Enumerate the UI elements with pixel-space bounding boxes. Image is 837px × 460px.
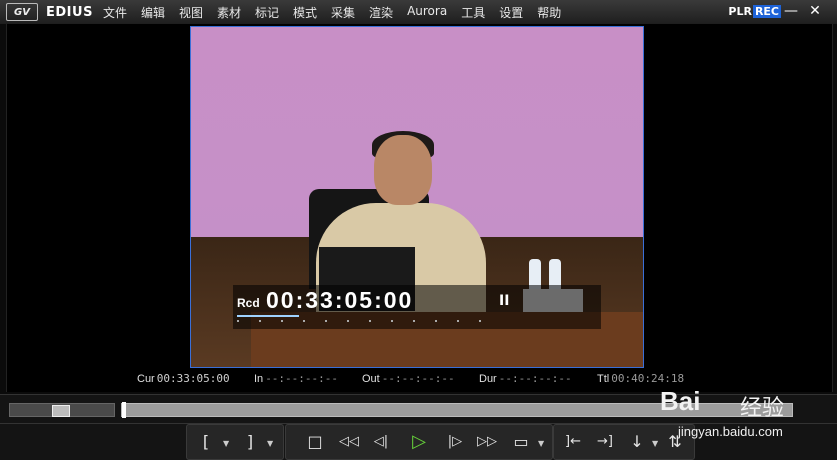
cur-label: Cur xyxy=(137,373,155,385)
cur-timecode: Cur 00:33:05:00 xyxy=(137,372,230,385)
menu-view[interactable]: 视图 xyxy=(179,4,203,21)
baidu-logo: Bai xyxy=(660,386,701,416)
insert-button[interactable]: ]← xyxy=(562,431,584,453)
baidu-jingyan-text: 经验 xyxy=(740,396,785,421)
shuttle-knob[interactable] xyxy=(52,405,70,417)
replace-button[interactable]: ↓ xyxy=(626,431,648,453)
out-label: Out xyxy=(362,373,380,385)
playhead[interactable] xyxy=(122,402,126,418)
step-forward-button[interactable]: |▷ xyxy=(444,431,466,453)
menu-file[interactable]: 文件 xyxy=(103,4,127,21)
overlay-ticks xyxy=(237,320,493,322)
menu-tools[interactable]: 工具 xyxy=(461,4,485,21)
menu-aurora[interactable]: Aurora xyxy=(407,4,447,21)
overlay-timecode: 00:33:05:00 xyxy=(266,287,414,313)
chevron-down-icon[interactable]: ▼ xyxy=(652,439,658,448)
cur-value: 00:33:05:00 xyxy=(156,372,230,385)
record-label: Rcd xyxy=(237,296,260,310)
stop-button[interactable]: □ xyxy=(304,431,326,453)
overwrite-button[interactable]: →] xyxy=(594,431,616,453)
set-out-button[interactable]: ] xyxy=(239,431,261,453)
menu-capture[interactable]: 采集 xyxy=(331,4,355,21)
watermark-url: jingyan.baidu.com xyxy=(678,424,783,439)
in-timecode: In --:--:--:-- xyxy=(254,372,338,385)
chevron-down-icon[interactable]: ▼ xyxy=(538,439,544,448)
video-preview[interactable]: Rcd 00:33:05:00 II xyxy=(190,26,644,368)
menu-clip[interactable]: 素材 xyxy=(217,4,241,21)
title-bar: GV EDIUS 文件 编辑 视图 素材 标记 模式 采集 渲染 Aurora … xyxy=(0,0,837,24)
mark-group: [ ▼ ] ▼ xyxy=(186,424,284,460)
step-back-button[interactable]: ◁| xyxy=(370,431,392,453)
rec-mode[interactable]: REC xyxy=(752,5,781,18)
dur-label: Dur xyxy=(479,373,497,385)
dur-timecode: Dur --:--:--:-- xyxy=(479,372,572,385)
in-label: In xyxy=(254,373,264,385)
chevron-down-icon[interactable]: ▼ xyxy=(267,439,273,448)
menu-marker[interactable]: 标记 xyxy=(255,4,279,21)
minimize-button[interactable]: — xyxy=(784,3,798,19)
mode-toggle[interactable]: PLR REC xyxy=(728,5,781,18)
speaker-head xyxy=(374,135,432,205)
menu-help[interactable]: 帮助 xyxy=(537,4,561,21)
fast-forward-button[interactable]: ▷▷ xyxy=(476,431,498,453)
dur-value: --:--:--:-- xyxy=(498,372,572,385)
chevron-down-icon[interactable]: ▼ xyxy=(223,439,229,448)
close-button[interactable]: ✕ xyxy=(808,3,822,19)
playback-group: □ ◁◁ ◁| ▷ |▷ ▷▷ ▭ ▼ xyxy=(285,424,553,460)
play-button[interactable]: ▷ xyxy=(408,431,430,453)
set-in-button[interactable]: [ xyxy=(195,431,217,453)
menu-settings[interactable]: 设置 xyxy=(499,4,523,21)
menu-edit[interactable]: 编辑 xyxy=(141,4,165,21)
out-value: --:--:--:-- xyxy=(381,372,455,385)
app-name: EDIUS xyxy=(46,4,93,20)
menu-mode[interactable]: 模式 xyxy=(293,4,317,21)
rewind-button[interactable]: ◁◁ xyxy=(338,431,360,453)
ttl-label: Ttl xyxy=(597,373,610,385)
pause-indicator: II xyxy=(499,293,510,309)
shuttle-slider[interactable] xyxy=(9,403,115,417)
plr-mode[interactable]: PLR xyxy=(728,5,752,18)
loop-button[interactable]: ▭ xyxy=(510,431,532,453)
out-timecode: Out --:--:--:-- xyxy=(362,372,455,385)
app-logo: GV xyxy=(6,3,38,21)
watermark: Bai 经验 jingyan.baidu.com xyxy=(660,368,800,439)
in-value: --:--:--:-- xyxy=(265,372,339,385)
menu-render[interactable]: 渲染 xyxy=(369,4,393,21)
menu-bar: 文件 编辑 视图 素材 标记 模式 采集 渲染 Aurora 工具 设置 帮助 xyxy=(103,4,575,21)
overlay-progress xyxy=(237,315,299,317)
